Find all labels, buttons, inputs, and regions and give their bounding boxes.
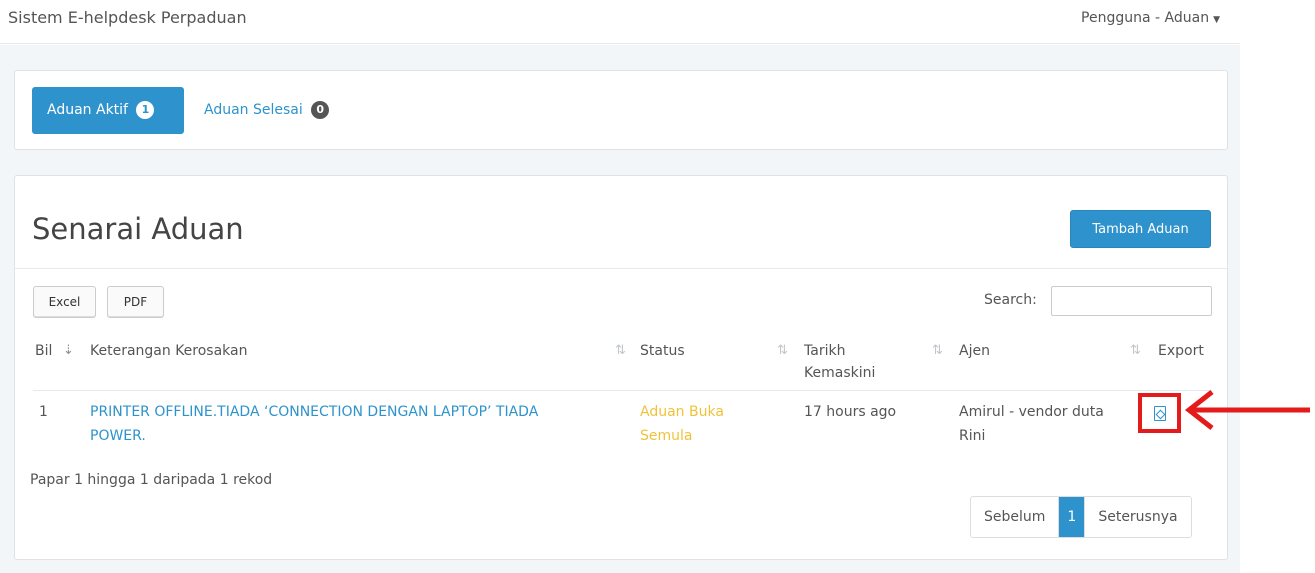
cell-line: Semula [640, 428, 693, 444]
page-title: Senarai Aduan [32, 212, 244, 246]
sort-icon[interactable]: ⇅ [615, 340, 626, 362]
column-header-tarikh[interactable]: Tarikh Kemaskini [804, 340, 875, 384]
table-info: Papar 1 hingga 1 daripada 1 rekod [30, 472, 273, 488]
search-input[interactable] [1051, 286, 1212, 316]
file-pdf-icon[interactable] [1154, 406, 1166, 421]
annotation-highlight-box [1138, 393, 1181, 433]
header-line: Tarikh [804, 343, 846, 359]
pagination: Sebelum 1 Seterusnya [970, 496, 1192, 538]
caret-down-icon: ▼ [1213, 15, 1220, 25]
user-menu-dropdown[interactable]: Pengguna - Aduan ▼ [1081, 10, 1220, 26]
tab-label: Aduan Aktif [47, 102, 128, 118]
tabs-panel: Aduan Aktif 1 Aduan Selesai 0 [14, 70, 1228, 150]
next-page-button[interactable]: Seterusnya [1084, 497, 1191, 537]
column-header-bil[interactable]: Bil [35, 340, 52, 362]
cell-ajen: Amirul - vendor duta Rini [959, 400, 1104, 448]
export-excel-button[interactable]: Excel [33, 286, 96, 318]
count-badge: 1 [136, 101, 155, 119]
cell-line: Rini [959, 428, 986, 444]
tab-aduan-selesai[interactable]: Aduan Selesai 0 [204, 87, 330, 134]
page-1-button[interactable]: 1 [1059, 497, 1085, 537]
cell-line: POWER. [90, 428, 146, 444]
sort-icon[interactable]: ⇅ [777, 340, 788, 362]
column-header-ajen[interactable]: Ajen [959, 340, 990, 362]
complaint-list-panel: Senarai Aduan Tambah Aduan Excel PDF Sea… [14, 175, 1228, 560]
cell-bil: 1 [39, 404, 48, 420]
divider [15, 268, 1227, 269]
cell-tarikh: 17 hours ago [804, 404, 897, 420]
header-line: Kemaskini [804, 365, 876, 381]
tab-aduan-aktif[interactable]: Aduan Aktif 1 [32, 87, 184, 134]
cell-line: Amirul - vendor duta [959, 404, 1104, 420]
export-pdf-button[interactable]: PDF [107, 286, 164, 318]
cell-line: PRINTER OFFLINE.TIADA ‘CONNECTION DENGAN… [90, 404, 539, 420]
complaint-link[interactable]: PRINTER OFFLINE.TIADA ‘CONNECTION DENGAN… [90, 400, 538, 448]
user-menu-label: Pengguna - Aduan [1081, 10, 1210, 26]
sort-icon[interactable]: ⇅ [1130, 340, 1141, 362]
row-divider [33, 390, 1212, 391]
column-header-keterangan[interactable]: Keterangan Kerosakan [90, 340, 248, 362]
add-complaint-button[interactable]: Tambah Aduan [1070, 210, 1211, 248]
sort-ascending-icon[interactable]: ⇣ [63, 340, 74, 362]
brand-title[interactable]: Sistem E-helpdesk Perpaduan [8, 8, 247, 27]
cell-line: Aduan Buka [640, 404, 724, 420]
tab-label: Aduan Selesai [204, 102, 303, 118]
count-badge: 0 [311, 101, 330, 119]
top-navbar: Sistem E-helpdesk Perpaduan Pengguna - A… [0, 0, 1240, 44]
status-text: Aduan Buka Semula [640, 400, 724, 448]
search-label: Search: [984, 292, 1037, 308]
sort-icon[interactable]: ⇅ [932, 340, 943, 362]
column-header-export[interactable]: Export [1158, 340, 1204, 362]
column-header-status[interactable]: Status [640, 340, 685, 362]
prev-page-button[interactable]: Sebelum [971, 497, 1060, 537]
